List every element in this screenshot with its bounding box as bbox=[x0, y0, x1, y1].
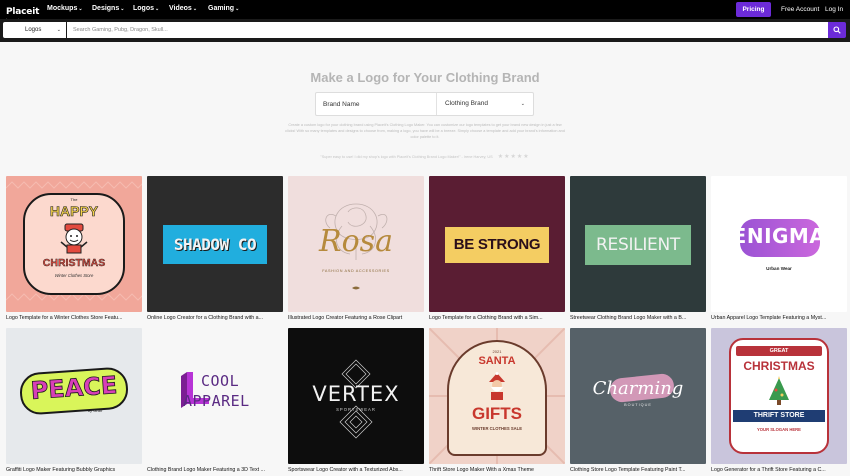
template-caption[interactable]: Sportswear Logo Creator with a Texturize… bbox=[288, 467, 426, 473]
template-caption[interactable]: Thrift Store Logo Maker With a Xmas Them… bbox=[429, 467, 567, 473]
template-caption[interactable]: Streetwear Clothing Brand Logo Maker wit… bbox=[570, 315, 708, 321]
logo-mid-text: GIFTS bbox=[471, 404, 523, 423]
logo-small-text: GREAT bbox=[769, 348, 789, 354]
nav-designs[interactable]: Designs⌄ bbox=[92, 5, 124, 12]
login-link[interactable]: Log In bbox=[825, 6, 843, 13]
rating-stars: ★★★★★ bbox=[497, 154, 530, 160]
chevron-down-icon: ⌄ bbox=[120, 6, 125, 12]
logo-main-text: ENIGMA bbox=[732, 224, 826, 248]
chevron-down-icon: ⌄ bbox=[192, 6, 198, 12]
template-tile[interactable]: RESILIENT bbox=[570, 176, 706, 312]
logo-sub-text: by Graff bbox=[88, 408, 103, 413]
chevron-down-icon: ⌄ bbox=[235, 6, 240, 12]
search-input[interactable] bbox=[67, 22, 828, 38]
logo-sub-text: SPORTSWEAR bbox=[336, 407, 376, 412]
search-category-label: Logos bbox=[25, 27, 42, 33]
logo-year: 2021 bbox=[492, 349, 502, 354]
template-tile[interactable]: ENIGMA Urban Wear bbox=[711, 176, 847, 312]
nav-mockups[interactable]: Mockups⌄ bbox=[47, 5, 83, 12]
brand-name: Placeit bbox=[6, 7, 40, 17]
template-caption[interactable]: Online Logo Creator for a Clothing Brand… bbox=[147, 315, 285, 321]
logo-text-happy: HAPPY bbox=[49, 203, 99, 220]
page-title: Make a Logo for Your Clothing Brand bbox=[310, 70, 540, 85]
logo-main-text: RESILIENT bbox=[596, 235, 680, 255]
template-caption[interactable]: Logo Template for a Winter Clothes Store… bbox=[6, 315, 144, 321]
chevron-down-icon: ⌄ bbox=[56, 27, 61, 33]
template-tile[interactable]: SHADOW CO bbox=[147, 176, 283, 312]
brand-name-input[interactable] bbox=[316, 93, 437, 115]
nav-videos-label: Videos bbox=[169, 5, 192, 12]
logo-main-text: SHADOW CO bbox=[173, 235, 257, 254]
logo-main-text: BE STRONG bbox=[453, 236, 541, 253]
template-caption[interactable]: Illustrated Logo Creator Featuring a Ros… bbox=[288, 315, 426, 321]
logo-script-text: Winter Clothes Store bbox=[54, 273, 94, 278]
template-tile[interactable]: Charming BOUTIQUE bbox=[570, 328, 706, 464]
logo-top-text: COOL bbox=[201, 372, 240, 390]
leaf-icon bbox=[352, 277, 360, 290]
chevron-down-icon: ⌄ bbox=[520, 101, 525, 107]
category-dropdown-value: Clothing Brand bbox=[445, 100, 488, 107]
nav-gaming-label: Gaming bbox=[208, 5, 235, 12]
free-account-link[interactable]: Free Account bbox=[781, 6, 819, 13]
template-tile[interactable]: COOL APPAREL bbox=[147, 328, 283, 464]
review-quote: "Super easy to use! I did my shop's logo… bbox=[320, 155, 493, 159]
template-tile[interactable]: Rosa FASHION AND ACCESSORIES bbox=[288, 176, 424, 312]
logo-sub-text: YOUR SLOGAN HERE bbox=[757, 427, 801, 432]
category-dropdown[interactable]: Clothing Brand ⌄ bbox=[438, 93, 533, 115]
nav-gaming[interactable]: Gaming⌄ bbox=[208, 5, 239, 12]
template-caption[interactable]: Clothing Brand Logo Maker Featuring a 3D… bbox=[147, 467, 285, 473]
template-tile[interactable]: BE STRONG bbox=[429, 176, 565, 312]
nav-videos[interactable]: Videos⌄ bbox=[169, 5, 197, 12]
search-bar-row: Logos ⌄ bbox=[0, 19, 850, 42]
logo-sub-text: Urban Wear bbox=[766, 266, 792, 271]
chevron-down-icon: ⌄ bbox=[78, 6, 83, 12]
template-caption[interactable]: Urban Apparel Logo Template Featuring a … bbox=[711, 315, 849, 321]
logo-main-text: Rosa bbox=[319, 224, 393, 259]
template-caption[interactable]: Graffiti Logo Maker Featuring Bubbly Gra… bbox=[6, 467, 144, 473]
logo-sub-text: WINTER CLOTHES SALE bbox=[471, 426, 523, 431]
logo-sub-text: BOUTIQUE bbox=[624, 403, 652, 407]
christmas-tree-icon bbox=[767, 376, 791, 406]
logo-main-text: VERTEX bbox=[312, 382, 400, 406]
hero-description: Create a custom logo for your clothing b… bbox=[285, 123, 565, 139]
template-tile[interactable]: The HAPPY CHRISTMAS Winter Clothes Store bbox=[6, 176, 142, 312]
template-caption[interactable]: Clothing Store Logo Template Featuring P… bbox=[570, 467, 708, 473]
nav-designs-label: Designs bbox=[92, 5, 120, 12]
nav-logos[interactable]: Logos⌄ bbox=[133, 5, 159, 12]
logo-top-text: SANTA bbox=[478, 355, 516, 367]
template-tile[interactable]: PEACE by Graff bbox=[6, 328, 142, 464]
logo-sub-text: FASHION AND ACCESSORIES bbox=[322, 269, 390, 273]
santa-character-icon bbox=[485, 372, 509, 400]
nav-mockups-label: Mockups bbox=[47, 5, 78, 12]
template-tile[interactable]: VERTEX SPORTSWEAR bbox=[288, 328, 424, 464]
top-navigation-bar: Placeit by envato Mockups⌄ Designs⌄ Logo… bbox=[0, 0, 850, 22]
search-icon bbox=[833, 26, 841, 34]
customer-review: "Super easy to use! I did my shop's logo… bbox=[0, 153, 850, 160]
nav-logos-label: Logos bbox=[133, 5, 154, 12]
template-caption[interactable]: Logo Generator for a Thrift Store Featur… bbox=[711, 467, 849, 473]
logo-main-text: Charming bbox=[592, 378, 684, 399]
logo-bottom-text: APPAREL bbox=[183, 392, 250, 410]
logo-generator-form: Clothing Brand ⌄ bbox=[315, 92, 534, 116]
search-category-select[interactable]: Logos ⌄ bbox=[3, 22, 66, 38]
snowman-character-icon bbox=[59, 222, 89, 254]
logo-mid-text: THRIFT STORE bbox=[753, 412, 805, 419]
template-tile[interactable]: GREAT CHRISTMAS THRIFT STORE YOUR SLOGAN… bbox=[711, 328, 847, 464]
chevron-down-icon: ⌄ bbox=[155, 6, 160, 12]
logo-text-christmas: CHRISTMAS bbox=[42, 257, 106, 269]
template-tile[interactable]: 2021 SANTA GIFTS WINTER CLOTHES SALE bbox=[429, 328, 565, 464]
pricing-button[interactable]: Pricing bbox=[736, 2, 771, 17]
template-caption[interactable]: Logo Template for a Clothing Brand with … bbox=[429, 315, 567, 321]
search-button[interactable] bbox=[828, 22, 846, 38]
logo-small-text: The bbox=[70, 197, 78, 202]
logo-main-text: CHRISTMAS bbox=[743, 359, 815, 373]
